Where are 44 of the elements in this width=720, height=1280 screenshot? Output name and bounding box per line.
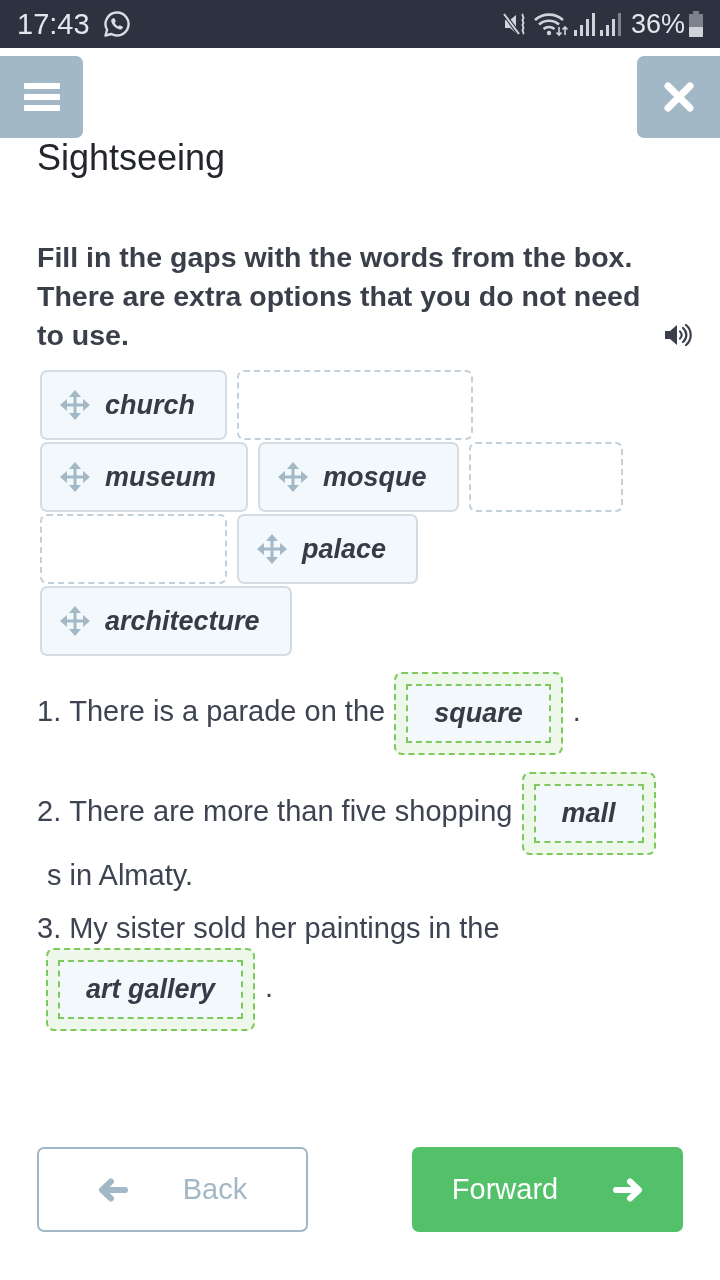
close-icon bbox=[663, 82, 694, 112]
arrow-right-icon bbox=[613, 1177, 644, 1202]
drop-slot[interactable] bbox=[468, 442, 623, 512]
wifi-icon bbox=[532, 11, 569, 37]
chat-phone-icon bbox=[102, 10, 131, 38]
sentence-text: s in Almaty. bbox=[47, 858, 194, 893]
sentence-text: . bbox=[572, 694, 581, 730]
placed-word[interactable]: square bbox=[406, 684, 551, 743]
answer-gap[interactable]: mall bbox=[521, 772, 656, 855]
move-icon bbox=[257, 534, 287, 564]
menu-icon bbox=[23, 83, 60, 111]
word-tile[interactable]: church bbox=[40, 370, 228, 440]
sentence-text: There is a parade on the bbox=[69, 694, 386, 730]
sentence-text: My sister sold her paintings in the bbox=[69, 911, 500, 946]
battery-percent: 36% bbox=[630, 8, 685, 40]
move-icon bbox=[60, 390, 90, 420]
arrow-left-icon bbox=[97, 1177, 128, 1202]
menu-button[interactable] bbox=[0, 56, 83, 138]
battery-icon bbox=[689, 11, 703, 37]
item-number: 1. bbox=[37, 694, 62, 730]
page-title: Sightseeing bbox=[37, 138, 226, 178]
word-tile[interactable]: museum bbox=[40, 442, 249, 512]
word-tile[interactable]: architecture bbox=[40, 586, 292, 656]
answer-gap[interactable]: square bbox=[394, 672, 563, 755]
item-number: 2. bbox=[37, 794, 62, 830]
speaker-icon[interactable] bbox=[664, 323, 692, 347]
placed-word[interactable]: mall bbox=[533, 784, 644, 843]
word-tile[interactable]: palace bbox=[237, 514, 419, 584]
signal-icon bbox=[598, 12, 621, 36]
move-icon bbox=[60, 606, 90, 636]
instruction-text: Fill in the gaps with the words from the box. There are extra options that you do not need to use. bbox=[37, 240, 642, 353]
answer-gap[interactable]: art gallery bbox=[46, 948, 256, 1031]
drop-slot[interactable] bbox=[40, 514, 227, 584]
word-tile[interactable]: mosque bbox=[258, 442, 459, 512]
drop-slot[interactable] bbox=[237, 370, 474, 440]
move-icon bbox=[60, 462, 90, 492]
status-time: 17:43 bbox=[17, 7, 90, 41]
signal-icon bbox=[572, 12, 595, 36]
item-number: 3. bbox=[37, 911, 62, 946]
placed-word[interactable]: art gallery bbox=[58, 960, 244, 1019]
close-button[interactable] bbox=[637, 56, 720, 138]
sentence-text: There are more than five shopping bbox=[69, 794, 513, 830]
sentence-text: . bbox=[265, 970, 274, 1006]
move-icon bbox=[278, 462, 309, 492]
